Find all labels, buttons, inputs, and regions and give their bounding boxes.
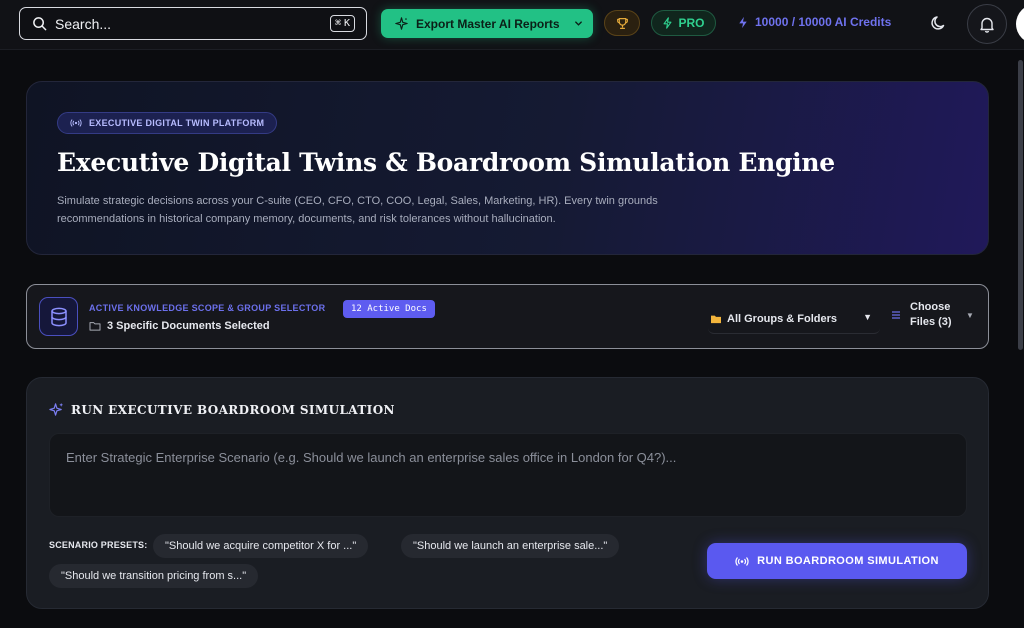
sparkle-icon [395,17,408,30]
bolt-icon [739,16,747,28]
credits-label: 10000 / 10000 AI Credits [755,15,892,29]
search-placeholder: Search... [55,15,112,32]
knowledge-scope-bar: ACTIVE KNOWLEDGE SCOPE & GROUP SELECTOR … [26,284,989,349]
command-key-icon: ⌘ [334,18,341,29]
scenario-placeholder: Enter Strategic Enterprise Scenario (e.g… [66,450,677,465]
achievements-button[interactable] [604,10,640,36]
simulation-title-label: RUN EXECUTIVE BOARDROOM SIMULATION [71,402,395,417]
top-bar: Search... ⌘ K Export Master AI Reports P… [0,0,1024,50]
shortcut-key: K [343,18,350,29]
page-title: Executive Digital Twins & Boardroom Simu… [57,148,835,177]
folder-icon [711,315,721,324]
search-input[interactable]: Search... ⌘ K [19,7,367,40]
selected-documents-label: 3 Specific Documents Selected [107,320,270,332]
notifications-button[interactable] [967,4,1007,44]
groups-select-value: All Groups & Folders [727,313,838,325]
avatar[interactable] [1016,4,1024,44]
chevron-down-icon: ▼ [863,312,872,322]
broadcast-icon [735,556,749,566]
broadcast-icon [70,119,82,127]
database-icon [50,307,67,326]
filter-lines-icon [892,311,900,319]
scrollbar[interactable] [1018,60,1023,350]
run-simulation-label: RUN BOARDROOM SIMULATION [757,555,939,567]
preset-chip-enterprise-sales[interactable]: "Should we launch an enterprise sale..." [401,534,620,558]
scope-selector-label: ACTIVE KNOWLEDGE SCOPE & GROUP SELECTOR [89,303,326,313]
sparkle-icon [49,402,64,416]
search-shortcut: ⌘ K [329,15,355,32]
pro-badge[interactable]: PRO [651,10,716,36]
pro-label: PRO [678,16,705,30]
scenario-presets-label: SCENARIO PRESETS: [49,540,148,550]
selected-documents: 3 Specific Documents Selected [89,320,270,332]
chevron-down-icon: ▼ [966,310,974,320]
folder-icon [89,322,101,331]
preset-chip-pricing[interactable]: "Should we transition pricing from s..." [49,564,259,588]
choose-files-line2: Files (3) [910,316,952,328]
export-label: Export Master AI Reports [416,16,560,31]
export-reports-button[interactable]: Export Master AI Reports [381,9,593,38]
scenario-input[interactable]: Enter Strategic Enterprise Scenario (e.g… [49,433,967,517]
choose-files-label: Choose Files (3) [910,300,960,330]
hero-banner: EXECUTIVE DIGITAL TWIN PLATFORM Executiv… [26,81,989,255]
groups-select[interactable]: All Groups & Folders ▼ [708,305,880,334]
choose-files-line1: Choose [910,301,951,313]
moon-icon[interactable] [930,14,948,32]
page-description: Simulate strategic decisions across your… [57,195,658,225]
simulation-panel: RUN EXECUTIVE BOARDROOM SIMULATION Enter… [26,377,989,609]
ai-credits: 10000 / 10000 AI Credits [737,15,891,29]
search-icon [33,17,47,31]
bolt-icon [663,17,672,29]
run-simulation-button[interactable]: RUN BOARDROOM SIMULATION [707,543,967,579]
preset-chip-acquire[interactable]: "Should we acquire competitor X for ..." [153,534,369,558]
database-icon-box [39,297,78,336]
trophy-icon [616,17,628,29]
chevron-down-icon [574,21,582,26]
bell-icon [980,17,994,33]
simulation-title: RUN EXECUTIVE BOARDROOM SIMULATION [49,402,395,417]
platform-badge-label: EXECUTIVE DIGITAL TWIN PLATFORM [89,118,265,128]
active-docs-badge: 12 Active Docs [343,300,435,318]
choose-files-select[interactable]: Choose Files (3) ▼ [890,300,974,330]
platform-badge: EXECUTIVE DIGITAL TWIN PLATFORM [57,112,278,134]
